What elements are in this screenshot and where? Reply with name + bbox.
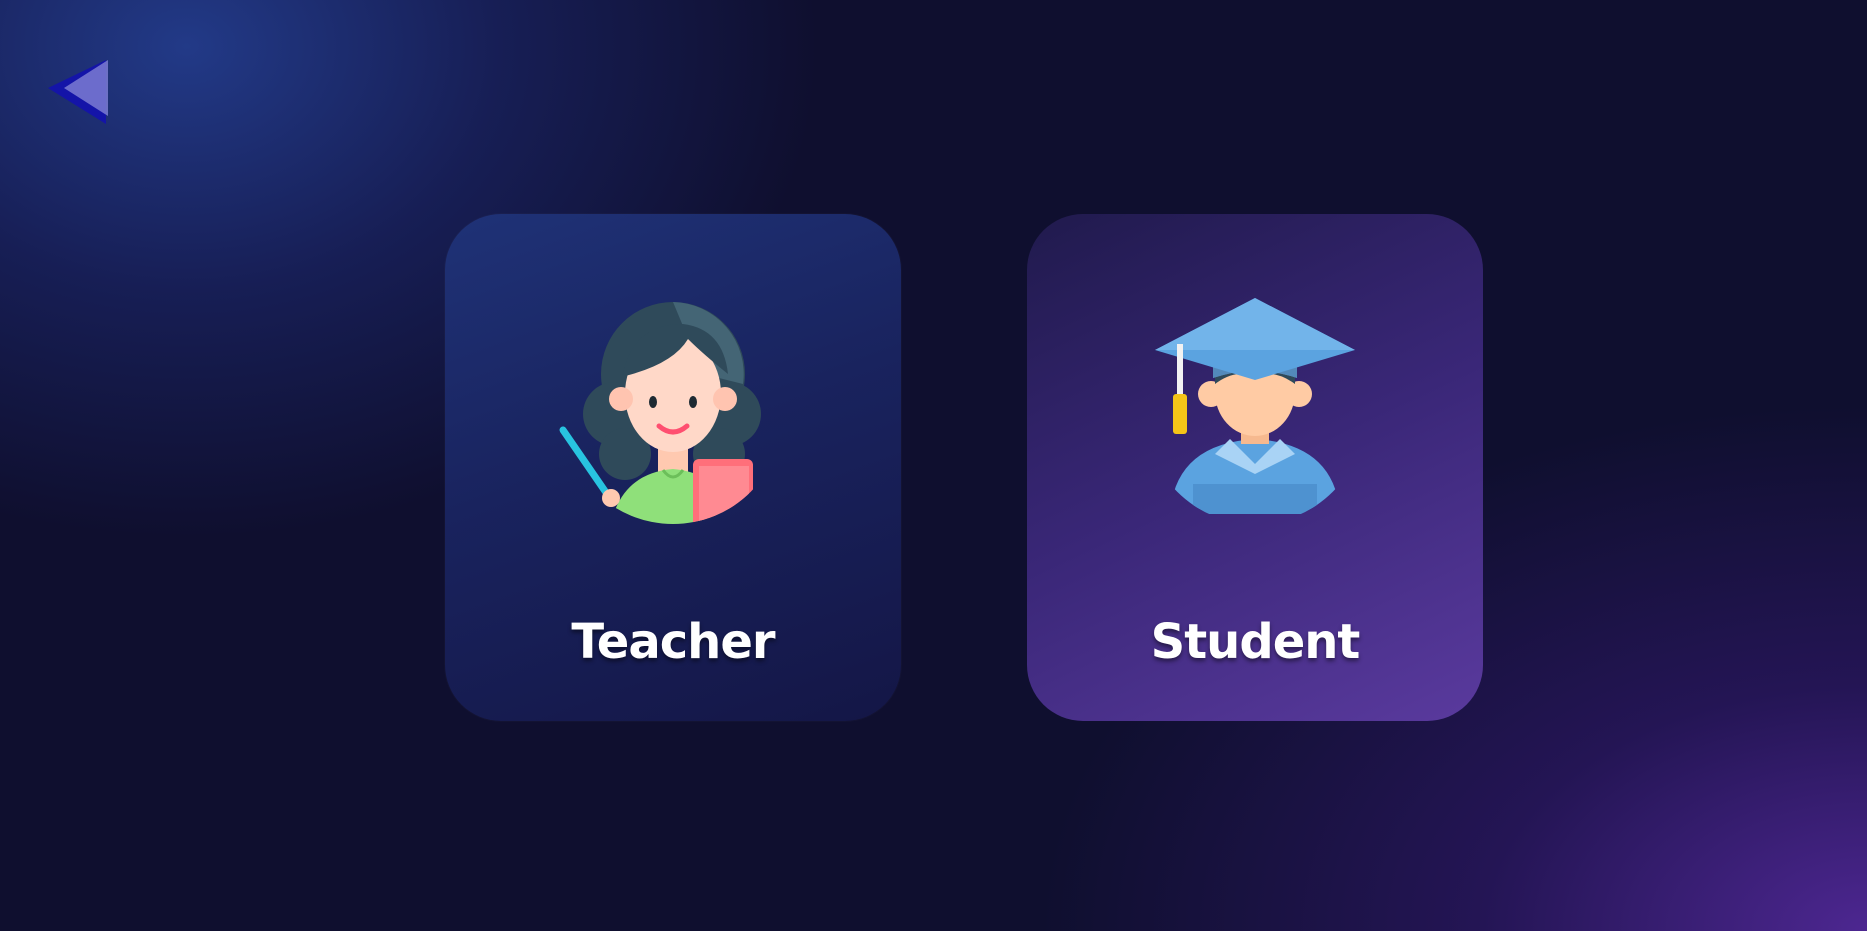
student-label: Student: [1150, 614, 1361, 670]
back-button[interactable]: [44, 54, 116, 126]
teacher-label: Teacher: [571, 614, 775, 670]
student-card[interactable]: Student: [1027, 214, 1483, 721]
chevron-left-icon: [48, 60, 108, 124]
student-graduate-icon: [1135, 284, 1375, 524]
role-selection: Teacher Student: [445, 214, 1483, 721]
teacher-avatar-icon: [553, 284, 793, 524]
teacher-card[interactable]: Teacher: [445, 214, 901, 721]
